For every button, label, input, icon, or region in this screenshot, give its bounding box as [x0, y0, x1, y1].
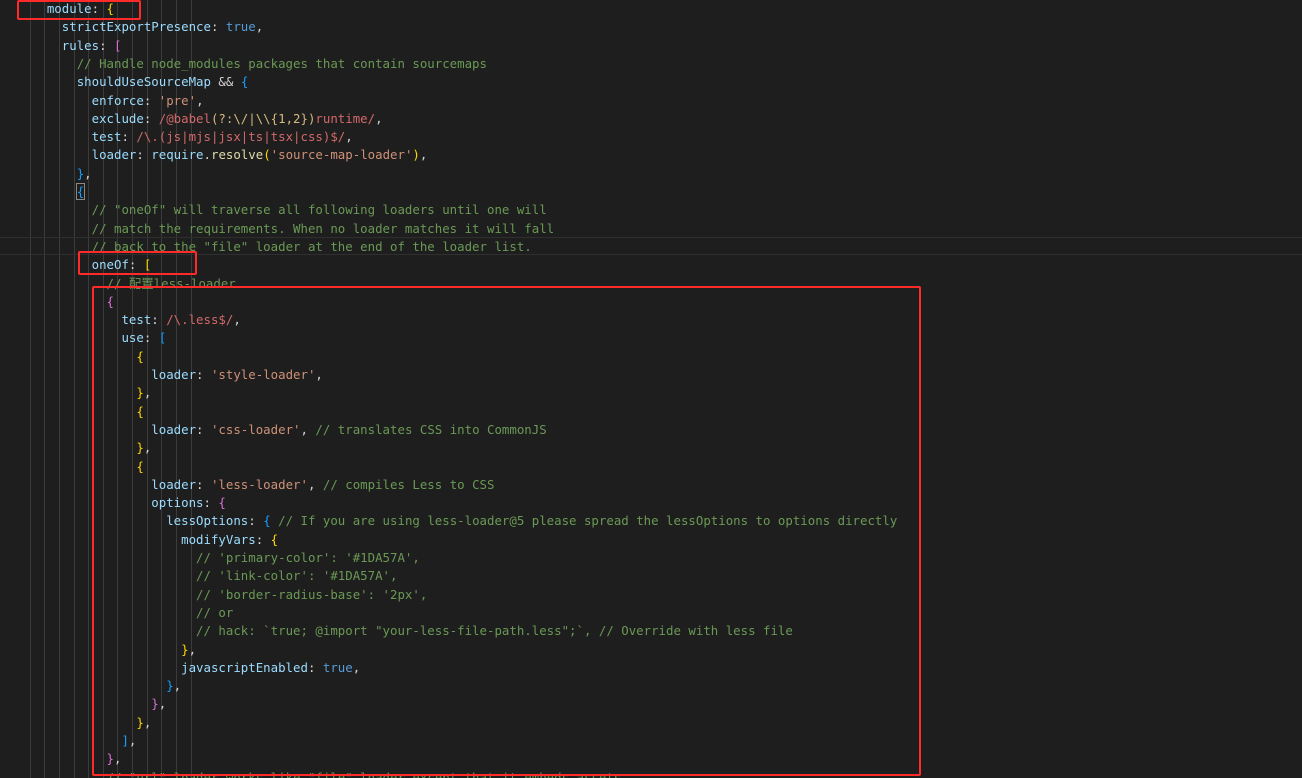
code-token: : — [99, 37, 114, 53]
code-line: }, — [17, 165, 92, 183]
code-line: // Handle node_modules packages that con… — [17, 55, 487, 73]
code-token: ) — [412, 147, 420, 163]
code-token: /\.(js|mjs|jsx|ts|tsx|css)$/ — [136, 129, 346, 145]
code-token: { — [75, 183, 86, 200]
code-token: , — [345, 129, 353, 145]
code-line: enforce: 'pre', — [17, 92, 204, 110]
code-token: : — [143, 92, 159, 108]
code-line: rules: [ — [17, 37, 122, 55]
code-token: && — [210, 74, 241, 90]
code-token: (?:\/|\\{1,2}) — [210, 110, 316, 126]
code-line: // "oneOf" will traverse all following l… — [17, 201, 547, 219]
code-line: { — [17, 183, 86, 201]
code-line: shouldUseSourceMap && { — [17, 73, 249, 91]
code-token: : — [143, 110, 159, 126]
code-token: runtime/ — [315, 110, 376, 126]
code-token: // Handle node_modules packages that con… — [76, 55, 487, 71]
code-token: true — [225, 19, 256, 35]
code-token: 'source-map-loader' — [270, 147, 413, 163]
code-token: ( — [263, 147, 271, 163]
code-token: // "oneOf" will traverse all following l… — [91, 202, 547, 218]
code-token: strictExportPresence — [61, 19, 211, 35]
code-line: // match the requirements. When no loade… — [17, 220, 555, 238]
code-token: rules — [61, 37, 100, 53]
code-token: /@babel — [158, 110, 211, 126]
code-token: { — [240, 74, 249, 90]
code-token: // match the requirements. When no loade… — [91, 220, 555, 236]
highlight-box-module — [17, 0, 141, 20]
code-token: shouldUseSourceMap — [76, 74, 211, 90]
code-token: : — [121, 129, 137, 145]
code-token: , — [84, 165, 92, 181]
code-token: [ — [114, 37, 122, 53]
code-token: test — [91, 129, 122, 145]
code-token: exclude — [91, 110, 144, 126]
code-token: require — [151, 147, 204, 163]
code-line: loader: require.resolve('source-map-load… — [17, 146, 428, 164]
code-token: : — [136, 147, 152, 163]
code-line: test: /\.(js|mjs|jsx|ts|tsx|css)$/, — [17, 128, 353, 146]
code-token: enforce — [91, 92, 144, 108]
code-token: . — [203, 147, 211, 163]
code-token: : — [210, 19, 226, 35]
highlight-box-less-loader — [92, 286, 921, 776]
code-token: , — [375, 110, 383, 126]
code-line: exclude: /@babel(?:\/|\\{1,2})runtime/, — [17, 110, 383, 128]
code-token: , — [419, 147, 428, 163]
code-token: loader — [91, 147, 137, 163]
code-token: 'pre' — [158, 92, 197, 108]
code-token: , — [196, 92, 204, 108]
highlight-box-oneof — [78, 251, 197, 275]
code-token: resolve — [210, 147, 264, 163]
code-token: , — [255, 19, 264, 35]
code-editor[interactable]: module: { strictExportPresence: true, ru… — [0, 0, 1302, 778]
code-line: strictExportPresence: true, — [17, 18, 263, 36]
